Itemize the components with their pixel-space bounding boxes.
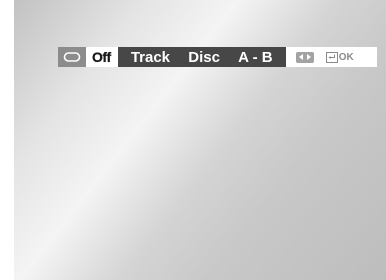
repeat-option-track[interactable]: Track (131, 49, 170, 66)
repeat-off-label: Off (92, 49, 111, 65)
repeat-icon (58, 47, 86, 67)
repeat-osd-bar: Off Track Disc A - B OK (58, 47, 377, 67)
repeat-option-a-b[interactable]: A - B (238, 49, 272, 66)
repeat-option-disc[interactable]: Disc (188, 49, 220, 66)
enter-icon (325, 51, 338, 63)
video-screen: Off Track Disc A - B OK (14, 0, 386, 280)
repeat-mode-options: Track Disc A - B (117, 47, 286, 67)
enter-ok-hint: OK (325, 51, 354, 63)
ok-label: OK (338, 51, 354, 63)
repeat-off-option[interactable]: Off (92, 47, 111, 67)
left-right-arrows-icon (295, 51, 314, 63)
